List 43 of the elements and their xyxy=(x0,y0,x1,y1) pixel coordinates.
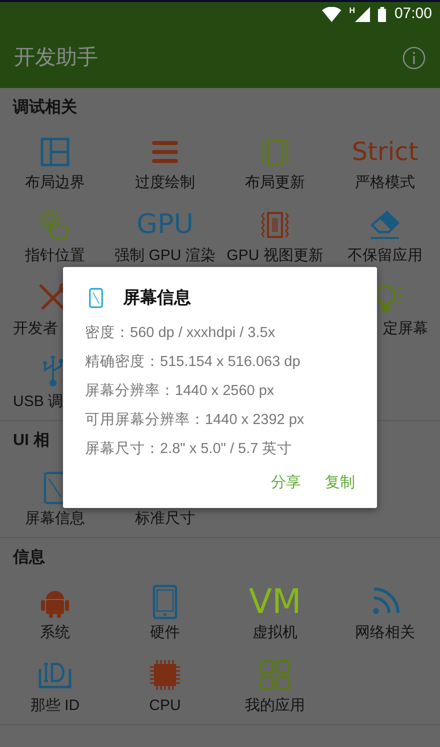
info-line: 可用屏幕分辨率：1440 x 2392 px xyxy=(85,410,306,430)
tool-label[interactable]: 布局边界 xyxy=(25,173,85,193)
wifi-icon xyxy=(322,7,342,22)
info-line: 密度：560 dp / xxxhdpi / 3.5x xyxy=(85,324,276,342)
tool-label[interactable]: 那些 ID xyxy=(30,696,80,716)
tool-label[interactable]: 系统 xyxy=(40,623,70,643)
tool-label[interactable]: 屏幕信息 xyxy=(25,509,85,529)
info-line: 屏幕尺寸：2.8" x 5.0" / 5.7 英寸 xyxy=(85,440,294,458)
network-type-indicator: H xyxy=(349,7,356,15)
tool-label[interactable]: 严格模式 xyxy=(355,173,415,193)
icon-label: VM xyxy=(248,584,302,620)
dialog-button[interactable]: 复制 xyxy=(325,468,355,498)
icon-label: GPU xyxy=(136,208,194,242)
tool-label[interactable]: 定屏幕 xyxy=(383,319,428,339)
tool-label[interactable]: USB 调 xyxy=(13,392,64,412)
chip-icon xyxy=(147,657,183,693)
tool-label[interactable]: 网络相关 xyxy=(355,623,415,643)
section-heading: 信息 xyxy=(13,548,45,568)
battery-icon xyxy=(378,7,386,22)
tool-label[interactable]: 标准尺寸 xyxy=(135,509,195,529)
tool-label[interactable]: 开发者 xyxy=(13,319,58,339)
section-heading: UI 相 xyxy=(13,430,50,451)
info-line: 精确密度：515.154 x 516.063 dp xyxy=(85,352,302,372)
info-line: 屏幕分辨率：1440 x 2560 px xyxy=(85,382,276,400)
tool-label[interactable]: 我的应用 xyxy=(245,696,305,716)
tool-label[interactable]: 强制 GPU 渲染 xyxy=(114,246,216,266)
icon-label: Strict xyxy=(352,136,418,168)
dialog-button[interactable]: 分享 xyxy=(271,468,301,498)
tool-label[interactable]: 不保留应用 xyxy=(348,246,422,266)
app-title: 开发助手 xyxy=(14,44,98,71)
dialog-title: 屏幕信息 xyxy=(123,287,191,309)
tool-label[interactable]: 布局更新 xyxy=(245,173,305,193)
tool-label[interactable]: 过度绘制 xyxy=(135,173,195,193)
tool-label[interactable]: 指针位置 xyxy=(25,246,85,266)
tool-label[interactable]: GPU 视图更新 xyxy=(226,246,324,266)
info-icon[interactable] xyxy=(402,46,426,70)
signal-icon xyxy=(355,7,370,22)
tool-label[interactable]: 虚拟机 xyxy=(252,623,298,643)
tool-label[interactable]: CPU xyxy=(149,696,181,716)
tool-label[interactable]: 硬件 xyxy=(150,623,180,643)
status-time: 07:00 xyxy=(394,4,432,24)
section-heading: 调试相关 xyxy=(13,97,77,118)
apps-grid-icon xyxy=(257,657,293,693)
